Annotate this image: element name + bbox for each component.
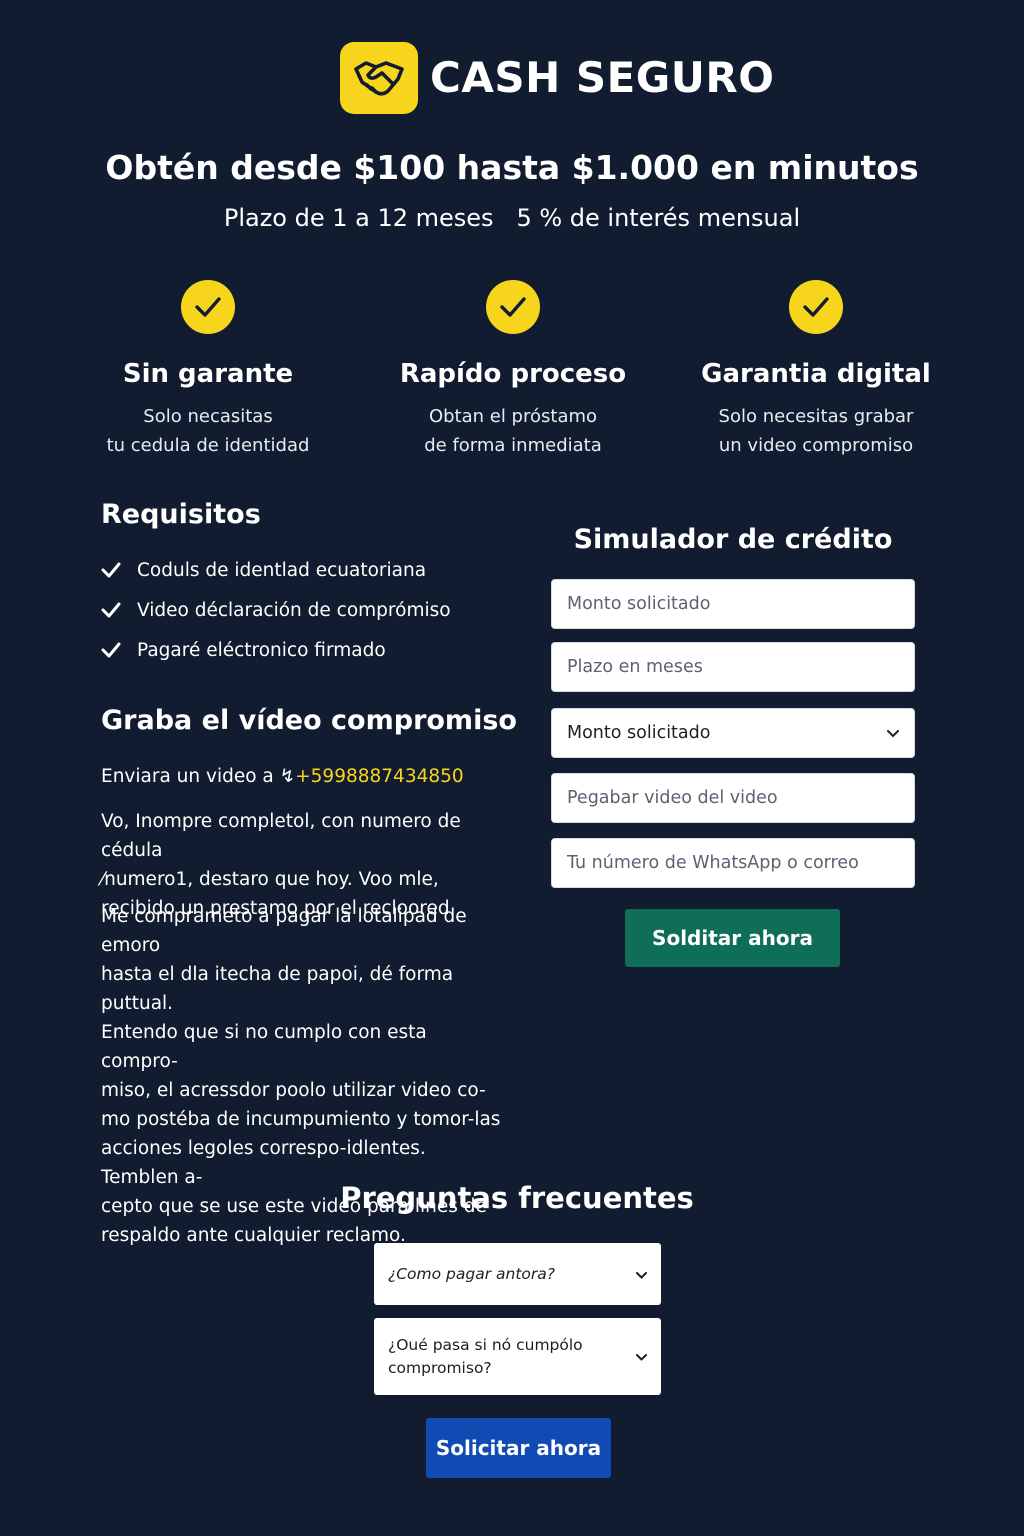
video-send-line: Enviara un video a ↯+5998887434850 <box>101 764 464 790</box>
requirements-list: Coduls de identlad ecuatoriana Video déc… <box>101 550 451 670</box>
feature-title: Rapído proceso <box>399 359 627 389</box>
feature-no-guarantor: Sin garante Solo necasitas tu cedula de … <box>58 280 358 460</box>
feature-text-line: Obtan el próstamo <box>428 406 598 427</box>
brand-name: CASH SEGURO <box>430 53 775 102</box>
feature-fast-process: Rapído proceso Obtan el próstamo de form… <box>363 280 663 460</box>
hero-subline: Plazo de 1 a 12 meses 5 % de interés men… <box>223 204 801 232</box>
checkmark-icon <box>101 642 137 658</box>
paragraph-line: mo postéba de incumpumiento y tomor-las <box>101 1109 501 1130</box>
feature-text-line: Solo necasitas <box>143 406 273 427</box>
paragraph-line: miso, el acressdor poolo utilizar video … <box>101 1080 486 1101</box>
requirement-text: Pagaré eléctronico firmado <box>137 639 386 661</box>
feature-title: Sin garante <box>122 359 294 389</box>
amount-input[interactable]: Monto solicitado <box>551 579 915 629</box>
feature-text-line: de forma inmediata <box>424 435 602 456</box>
feature-title: Garantia digital <box>701 359 931 389</box>
faq-item-non-compliance[interactable]: ¿Oué pasa si nó cumpólo compromiso? <box>374 1318 661 1395</box>
handshake-icon <box>354 61 404 96</box>
feature-text-line: tu cedula de identidad <box>106 435 310 456</box>
faq-title: Preguntas frecuentes <box>340 1181 694 1215</box>
requirement-text: Coduls de identlad ecuatoriana <box>137 559 427 581</box>
requirements-title: Requisitos <box>101 499 261 530</box>
chevron-down-icon <box>887 723 899 743</box>
requirement-text: Video déclaración de comprómiso <box>137 599 451 621</box>
video-section-title: Graba el vídeo compromiso <box>101 705 517 736</box>
paragraph-line: Vo, Inompre completol, con numero de céd… <box>101 811 461 861</box>
paragraph-line: Me comprameto a pagar la lotalipad de em… <box>101 906 467 956</box>
checkmark-icon <box>101 562 137 578</box>
chevron-down-icon <box>636 1345 647 1368</box>
faq-question: ¿Como pagar antora? <box>388 1264 555 1283</box>
feature-text-line: un video compromiso <box>718 435 914 456</box>
video-link-input[interactable]: Pegabar video del video <box>551 773 915 823</box>
contact-input[interactable]: Tu número de WhatsApp o correo <box>551 838 915 888</box>
check-circle-icon <box>486 280 540 334</box>
simulator-submit-button[interactable]: Solditar ahora <box>625 909 840 967</box>
brand-logo[interactable] <box>340 42 418 114</box>
list-item: Video déclaración de comprómiso <box>101 590 451 630</box>
paragraph-line: hasta el dla itecha de papoi, dé forma p… <box>101 964 454 1014</box>
list-item: Coduls de identlad ecuatoriana <box>101 550 451 590</box>
check-circle-icon <box>181 280 235 334</box>
phone-number-link[interactable]: +5998887434850 <box>295 766 464 787</box>
list-item: Pagaré eléctronico firmado <box>101 630 451 670</box>
feature-digital-guarantee: Garantia digital Solo necesitas grabar u… <box>666 280 966 460</box>
paragraph-line: Entendo que si no cumplo con esta compro… <box>101 1022 427 1072</box>
chevron-down-icon <box>636 1263 647 1286</box>
faq-item-how-to-pay[interactable]: ¿Como pagar antora? <box>374 1243 661 1305</box>
paragraph-line: ⁄numero1, destaro que hoy. Voo mle, <box>101 869 439 890</box>
check-circle-icon <box>789 280 843 334</box>
checkmark-icon <box>101 602 137 618</box>
hero-headline: Obtén desde $100 hasta $1.000 en minutos <box>105 148 919 187</box>
request-now-button[interactable]: Solicitar ahora <box>426 1418 611 1478</box>
amount-select[interactable]: Monto solicitado <box>551 708 915 758</box>
simulator-title: Simulador de crédito <box>573 524 893 555</box>
term-input[interactable]: Plazo en meses <box>551 642 915 692</box>
select-value: Monto solicitado <box>567 723 711 743</box>
faq-question: ¿Oué pasa si nó cumpólo compromiso? <box>388 1335 583 1377</box>
phone-marker: ↯ <box>279 766 296 787</box>
feature-text-line: Solo necesitas grabar <box>718 406 914 427</box>
video-send-prefix: Enviara un video a <box>101 766 274 787</box>
